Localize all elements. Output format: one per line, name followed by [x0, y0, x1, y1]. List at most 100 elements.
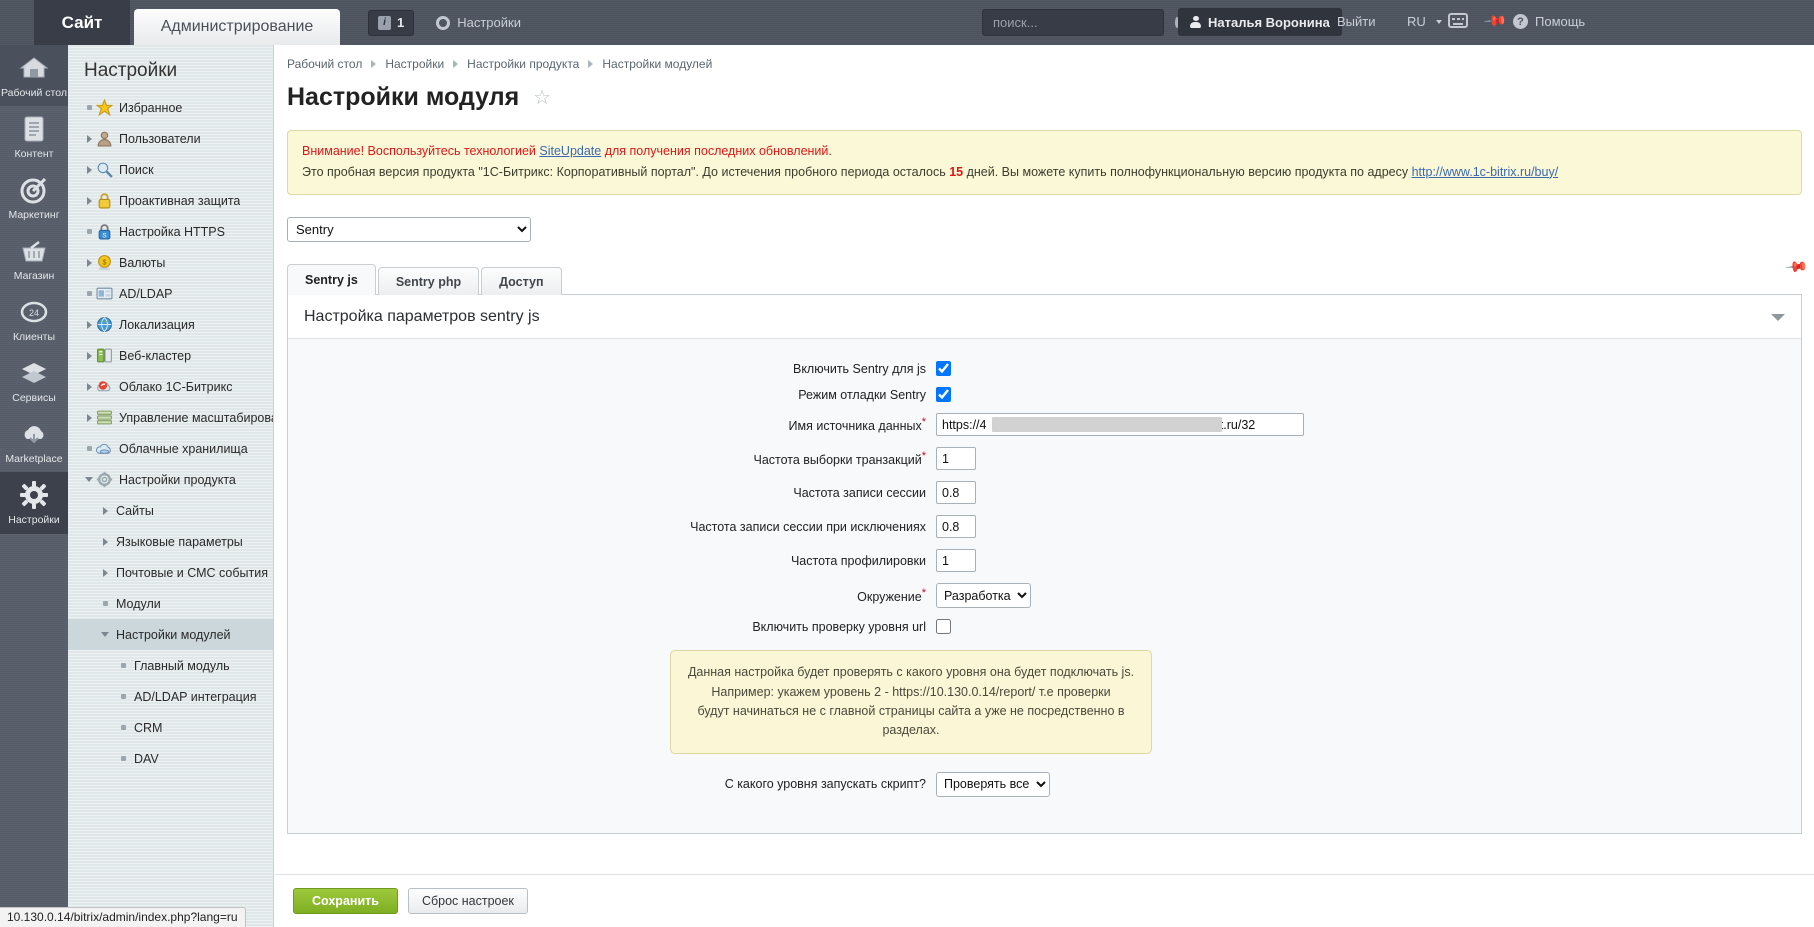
rail-item-settings[interactable]: Настройки — [0, 472, 68, 534]
expand-arrow-icon[interactable] — [82, 196, 96, 205]
user-menu-button[interactable]: Наталья Воронина — [1178, 8, 1342, 36]
sidebar-item[interactable]: Модули — [68, 588, 273, 619]
breadcrumb-item[interactable]: Настройки — [385, 57, 444, 71]
sidebar-item[interactable]: CRM — [68, 712, 273, 743]
tab-access[interactable]: Доступ — [481, 267, 562, 296]
expand-arrow-icon[interactable] — [98, 506, 112, 515]
rail-item-marketing[interactable]: Маркетинг — [0, 167, 68, 228]
logout-link[interactable]: Выйти — [1337, 14, 1376, 29]
field-row-session-error-rate: Частота записи сессии при исключениях — [288, 515, 1801, 539]
sidebar-item[interactable]: AD/LDAP — [68, 278, 273, 309]
expand-arrow-icon[interactable] — [82, 413, 96, 422]
keyboard-icon[interactable] — [1448, 13, 1468, 28]
top-settings-label: Настройки — [457, 15, 521, 30]
sidebar-item[interactable]: Настройки модулей — [68, 619, 273, 650]
debug-checkbox[interactable] — [936, 387, 951, 403]
collapse-arrow-icon[interactable] — [82, 477, 96, 482]
sidebar-item[interactable]: DAV — [68, 743, 273, 774]
dsn-label-text: Имя источника данных — [788, 419, 922, 434]
sidebar-item[interactable]: Пользователи — [68, 123, 273, 154]
sidebar-item[interactable]: S Настройка HTTPS — [68, 216, 273, 247]
rail-label: Настройки — [8, 514, 60, 527]
tab-bar: Sentry js Sentry php Доступ — [287, 264, 1814, 296]
siteupdate-link[interactable]: SiteUpdate — [539, 144, 601, 158]
sidebar-item[interactable]: Настройки продукта — [68, 464, 273, 495]
environment-select[interactable]: Разработка — [936, 583, 1031, 609]
script-level-select[interactable]: Проверять все — [936, 771, 1050, 797]
sidebar-item[interactable]: Сайты — [68, 495, 273, 526]
sidebar-item-label: Сайты — [116, 503, 154, 518]
sidebar-item-label: Настройки продукта — [119, 472, 236, 487]
module-select[interactable]: Sentry — [287, 217, 531, 243]
environment-label-text: Окружение — [857, 590, 922, 605]
rail-item-services[interactable]: Сервисы — [0, 350, 68, 411]
search-box[interactable] — [982, 9, 1179, 36]
layers-icon — [22, 363, 46, 384]
collapse-arrow-icon[interactable] — [98, 632, 112, 637]
expand-arrow-icon[interactable] — [82, 165, 96, 174]
search-input[interactable] — [991, 14, 1171, 31]
trial-days-left: 15 — [949, 164, 964, 179]
admin-tab[interactable]: Администрирование — [134, 9, 340, 45]
rail-item-clients[interactable]: 24 Клиенты — [0, 289, 68, 350]
expand-arrow-icon[interactable] — [82, 134, 96, 143]
sidebar-item[interactable]: AD/LDAP интеграция — [68, 681, 273, 712]
bullet-icon — [82, 291, 96, 296]
breadcrumb-item[interactable]: Настройки продукта — [467, 57, 579, 71]
bullet-icon — [98, 601, 112, 606]
sidebar-item[interactable]: Поиск — [68, 154, 273, 185]
collapse-panel-icon[interactable] — [1771, 313, 1785, 321]
sidebar-item[interactable]: Почтовые и СМС события — [68, 557, 273, 588]
ldap-icon — [96, 285, 113, 302]
rail-item-content[interactable]: Контент — [0, 106, 68, 167]
tab-sentry-js[interactable]: Sentry js — [287, 264, 376, 296]
favorite-star-icon[interactable]: ☆ — [533, 88, 551, 108]
sidebar-item[interactable]: Веб-кластер — [68, 340, 273, 371]
sidebar-item[interactable]: Проактивная защита — [68, 185, 273, 216]
sidebar-item[interactable]: Управление масштабирован — [68, 402, 273, 433]
sidebar-item[interactable]: $ Валюты — [68, 247, 273, 278]
session-rate-input[interactable] — [936, 481, 976, 505]
expand-arrow-icon[interactable] — [82, 320, 96, 329]
notifications-badge[interactable]: i 1 — [368, 9, 415, 36]
field-row-debug: Режим отладки Sentry — [288, 387, 1801, 403]
cloud-storage-icon — [95, 440, 113, 457]
sidebar-item[interactable]: Избранное — [68, 92, 273, 123]
expand-arrow-icon[interactable] — [82, 351, 96, 360]
dsn-input[interactable] — [936, 413, 1304, 437]
help-link[interactable]: ? Помощь — [1513, 14, 1585, 29]
profile-rate-input[interactable] — [936, 549, 976, 573]
pin-icon[interactable]: 📌 — [1483, 9, 1508, 34]
top-settings-link[interactable]: Настройки — [436, 15, 521, 30]
breadcrumb-item[interactable]: Настройки модулей — [602, 57, 712, 71]
tx-sample-input[interactable] — [936, 447, 976, 471]
url-check-checkbox[interactable] — [936, 619, 951, 635]
session-error-rate-input[interactable] — [936, 515, 976, 539]
cloud-bitrix-icon — [96, 378, 113, 395]
breadcrumb: Рабочий стол Настройки Настройки продукт… — [275, 45, 1814, 71]
magnifier-icon — [96, 161, 113, 178]
sidebar-item[interactable]: Облако 1С-Битрикс — [68, 371, 273, 402]
buy-link[interactable]: http://www.1c-bitrix.ru/buy/ — [1412, 165, 1559, 179]
breadcrumb-item[interactable]: Рабочий стол — [287, 57, 362, 71]
trial-notice: Внимание! Воспользуйтесь технологией Sit… — [287, 130, 1802, 196]
field-row-profile-rate: Частота профилировки — [288, 549, 1801, 573]
sidebar-item[interactable]: Главный модуль — [68, 650, 273, 681]
sidebar-item[interactable]: Локализация — [68, 309, 273, 340]
expand-arrow-icon[interactable] — [82, 258, 96, 267]
rail-item-desktop[interactable]: Рабочий стол — [0, 45, 68, 107]
tab-sentry-php[interactable]: Sentry php — [377, 267, 480, 296]
expand-arrow-icon[interactable] — [98, 568, 112, 577]
sidebar-item[interactable]: Облачные хранилища — [68, 433, 273, 464]
rail-item-marketplace[interactable]: Marketplace — [0, 411, 68, 472]
reset-settings-button[interactable]: Сброс настроек — [407, 888, 528, 914]
save-button[interactable]: Сохранить — [293, 888, 398, 914]
expand-arrow-icon[interactable] — [82, 382, 96, 391]
enable-js-checkbox[interactable] — [936, 361, 951, 377]
expand-arrow-icon[interactable] — [98, 537, 112, 546]
site-button[interactable]: Сайт — [34, 0, 130, 45]
rail-item-shop[interactable]: Магазин — [0, 228, 68, 289]
language-selector[interactable]: RU — [1407, 14, 1442, 29]
bullet-icon — [116, 725, 130, 730]
sidebar-item[interactable]: Языковые параметры — [68, 526, 273, 557]
